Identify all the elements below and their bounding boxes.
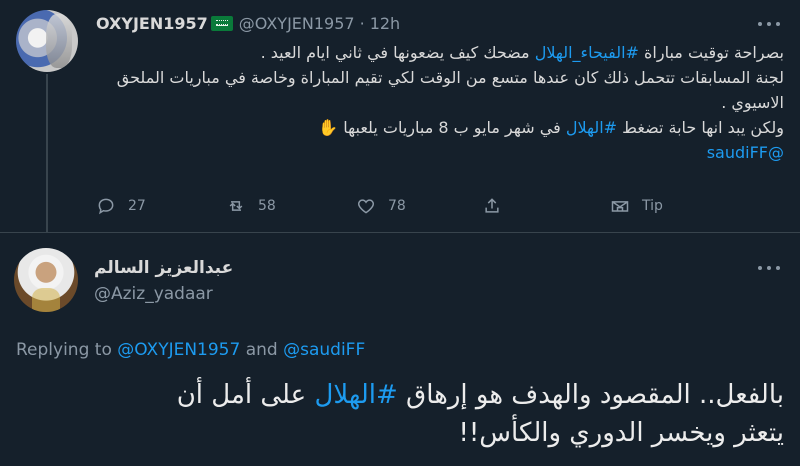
like-count: 78 [388,198,406,214]
heart-icon [357,199,375,214]
hashtag-link[interactable]: #الفيحاء_الهلال [535,43,639,62]
hashtag-link[interactable]: #الهلال [566,118,617,137]
display-name[interactable]: عبدالعزيز السالم [94,258,233,278]
tip-icon [611,201,629,212]
mention-link[interactable]: @OXYJEN1957 [117,340,240,360]
thread-connector-line [46,74,48,232]
tweet-line: يتعثر ويخسر الدوري والكأس!! [458,418,784,448]
retweet-count: 58 [258,198,276,214]
tweet-line: ولكن يبد انها حابة تضغط #الهلال في شهر م… [318,118,784,137]
tweet-line: بصراحة توقيت مباراة #الفيحاء_الهلال مضحك… [260,43,784,62]
tweet-line: @saudiFF [96,140,784,165]
more-options-icon[interactable] [754,258,784,278]
share-button[interactable] [482,192,514,220]
tweet-text: بالفعل.. المقصود والهدف هو إرهاق #الهلال… [16,376,784,452]
avatar[interactable] [16,10,78,72]
handle[interactable]: @Aziz_yadaar [94,284,213,304]
tweet-actions: 27 58 78 Tip [96,192,676,220]
reply-button[interactable]: 27 [96,192,146,220]
handle[interactable]: @OXYJEN1957 [239,14,355,33]
retweet-icon [229,201,243,211]
reply-icon [98,198,114,215]
reply-count: 27 [128,198,146,214]
mention-link[interactable]: @saudiFF [707,143,784,162]
like-button[interactable]: 78 [356,192,406,220]
display-name[interactable]: OXYJEN1957 [96,14,208,33]
tweet-line: لجنة المسابقات تتحمل ذلك كان عندها متسع … [116,68,784,112]
parent-tweet[interactable]: OXYJEN1957 @OXYJEN1957 · 12h بصراحة توقي… [0,0,800,232]
share-icon [485,198,499,213]
hashtag-link[interactable]: #الهلال [314,380,397,410]
tweet-header: OXYJEN1957 @OXYJEN1957 · 12h [96,12,400,34]
separator-dot: · [359,13,365,33]
more-options-icon[interactable] [754,14,784,34]
tweet-text: بصراحة توقيت مباراة #الفيحاء_الهلال مضحك… [96,40,784,165]
tip-label: Tip [642,198,663,214]
mention-link[interactable]: @saudiFF [283,340,365,360]
avatar[interactable] [14,248,78,312]
saudi-flag-icon [210,15,233,31]
retweet-button[interactable]: 58 [226,192,276,220]
divider [0,232,800,233]
tip-button[interactable]: Tip [610,192,663,220]
timestamp[interactable]: 12h [370,14,401,33]
replying-to: Replying to @OXYJEN1957 and @saudiFF [16,340,366,360]
tweet-line: بالفعل.. المقصود والهدف هو إرهاق #الهلال… [176,380,784,410]
